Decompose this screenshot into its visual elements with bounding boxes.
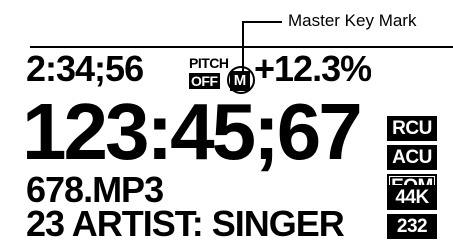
lcd-display: Master Key Mark 2:34;56 PITCH OFF M +12.… [0,0,453,243]
indicator-acu-badge: ACU [387,145,437,170]
pitch-off-badge: OFF [189,73,220,89]
file-name-readout: 678.MP3 [26,172,164,208]
remain-time-readout: 2:34;56 [26,51,144,87]
artist-readout: 23 ARTIST: SINGER [26,206,344,242]
master-key-highlight-circle [227,66,255,94]
indicator-44k-badge: 44K [387,185,437,210]
pitch-label: PITCH [189,55,229,71]
indicator-232-badge: 232 [387,214,437,239]
main-time-readout: 123:45;67 [22,92,360,172]
indicator-rcu-badge: RCU [387,116,437,141]
pitch-value-readout: +12.3% [254,51,372,87]
callout-leader-line [242,21,282,23]
master-key-mark-label: Master Key Mark [288,11,417,30]
